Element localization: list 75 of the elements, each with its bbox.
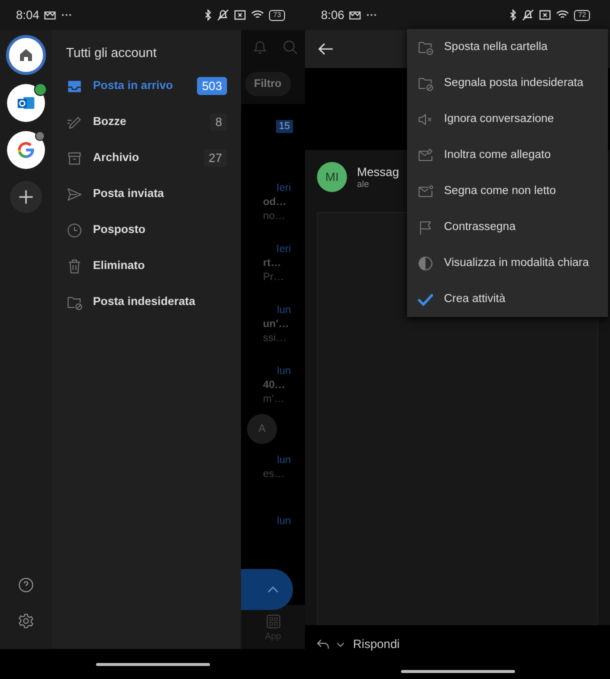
- g-logo-icon: [16, 140, 36, 160]
- clock-icon: [66, 222, 83, 238]
- message-subject: Messag: [357, 165, 400, 179]
- reply-button[interactable]: Rispondi: [305, 625, 410, 663]
- home-account[interactable]: [6, 35, 46, 75]
- wifi-icon: [556, 10, 570, 20]
- sim-off-icon: [539, 10, 552, 20]
- folder-item[interactable]: Posta indesiderata: [66, 284, 227, 320]
- account-avatar[interactable]: [7, 131, 45, 169]
- mail-icon: [349, 10, 362, 20]
- folder-item[interactable]: Bozze 8: [66, 104, 227, 140]
- bluetooth-icon: [509, 9, 518, 21]
- status-time: 8:04: [16, 8, 40, 22]
- send-icon: [66, 186, 83, 202]
- mail-preview: un'…: [263, 318, 290, 330]
- trash-icon: [66, 258, 83, 274]
- search-icon: [282, 38, 299, 56]
- count-badge: 8: [210, 113, 227, 131]
- mail-date: lun: [276, 365, 291, 377]
- bell-off-icon: [217, 9, 230, 21]
- bell-off-icon: [522, 9, 534, 21]
- flag-icon: [417, 218, 434, 236]
- unread-badge: 15: [276, 120, 293, 133]
- bluetooth-icon: [204, 9, 212, 21]
- wifi-icon: [251, 10, 264, 20]
- status-time: 8:06: [321, 8, 344, 22]
- more-icon: [366, 13, 378, 17]
- menu-item[interactable]: Segna come non letto: [407, 173, 608, 209]
- help-icon[interactable]: [18, 577, 34, 593]
- mail-icon: [44, 10, 56, 20]
- home-indicator[interactable]: [96, 662, 210, 666]
- contrast-icon: [417, 254, 434, 272]
- sender-avatar: A: [247, 414, 277, 444]
- menu-item[interactable]: Segnala posta indesiderata: [407, 65, 608, 101]
- archive-icon: [66, 150, 83, 166]
- home-icon: [18, 47, 34, 63]
- plus-icon: [17, 188, 35, 206]
- mail-date: Ieri: [276, 243, 291, 255]
- mail-preview: es…: [263, 468, 286, 480]
- mail-preview: ssi…: [263, 332, 288, 344]
- count-badge: 503: [196, 77, 227, 95]
- folder-item[interactable]: Posta inviata: [66, 176, 227, 212]
- grid-icon: [266, 614, 280, 628]
- drawer-title: Tutti gli account: [66, 44, 158, 62]
- mail-preview: m'…: [263, 393, 286, 405]
- sender-avatar: MI: [317, 162, 347, 192]
- folder-item[interactable]: Archivio 27: [66, 140, 227, 176]
- folder-item[interactable]: Posta in arrivo 503: [66, 68, 227, 104]
- mail-preview: Pr…: [263, 271, 285, 283]
- menu-item[interactable]: Crea attività: [407, 281, 608, 317]
- count-badge: 27: [204, 149, 227, 167]
- home-indicator[interactable]: [400, 670, 514, 672]
- mail-preview: od…: [263, 196, 288, 208]
- folder-item[interactable]: Eliminato: [66, 248, 227, 284]
- mail-preview: rt…: [263, 257, 282, 269]
- menu-item[interactable]: Contrassegna: [407, 209, 608, 245]
- mail-date: lun: [276, 454, 291, 466]
- mail-date: lun: [276, 304, 291, 316]
- add-account-button[interactable]: [10, 181, 42, 213]
- bell-icon: [251, 38, 270, 56]
- mail-date: lun: [276, 515, 291, 527]
- sender-name: ale: [357, 179, 370, 189]
- menu-item[interactable]: Inoltra come allegato: [407, 137, 608, 173]
- status-dot-icon: [35, 131, 45, 141]
- mail-preview: no…: [263, 210, 286, 222]
- mail-preview: 40…: [263, 379, 286, 391]
- menu-item[interactable]: Visualizza in modalità chiara: [407, 245, 608, 281]
- more-icon: [61, 13, 72, 17]
- sim-off-icon: [234, 10, 246, 20]
- menu-item[interactable]: Ignora conversazione: [407, 101, 608, 137]
- folder-item[interactable]: Posposto: [66, 212, 227, 248]
- envelope-clip-icon: [417, 146, 434, 164]
- mail-date: Ieri: [276, 182, 291, 194]
- account-avatar[interactable]: [7, 84, 45, 122]
- settings-icon[interactable]: [18, 613, 34, 629]
